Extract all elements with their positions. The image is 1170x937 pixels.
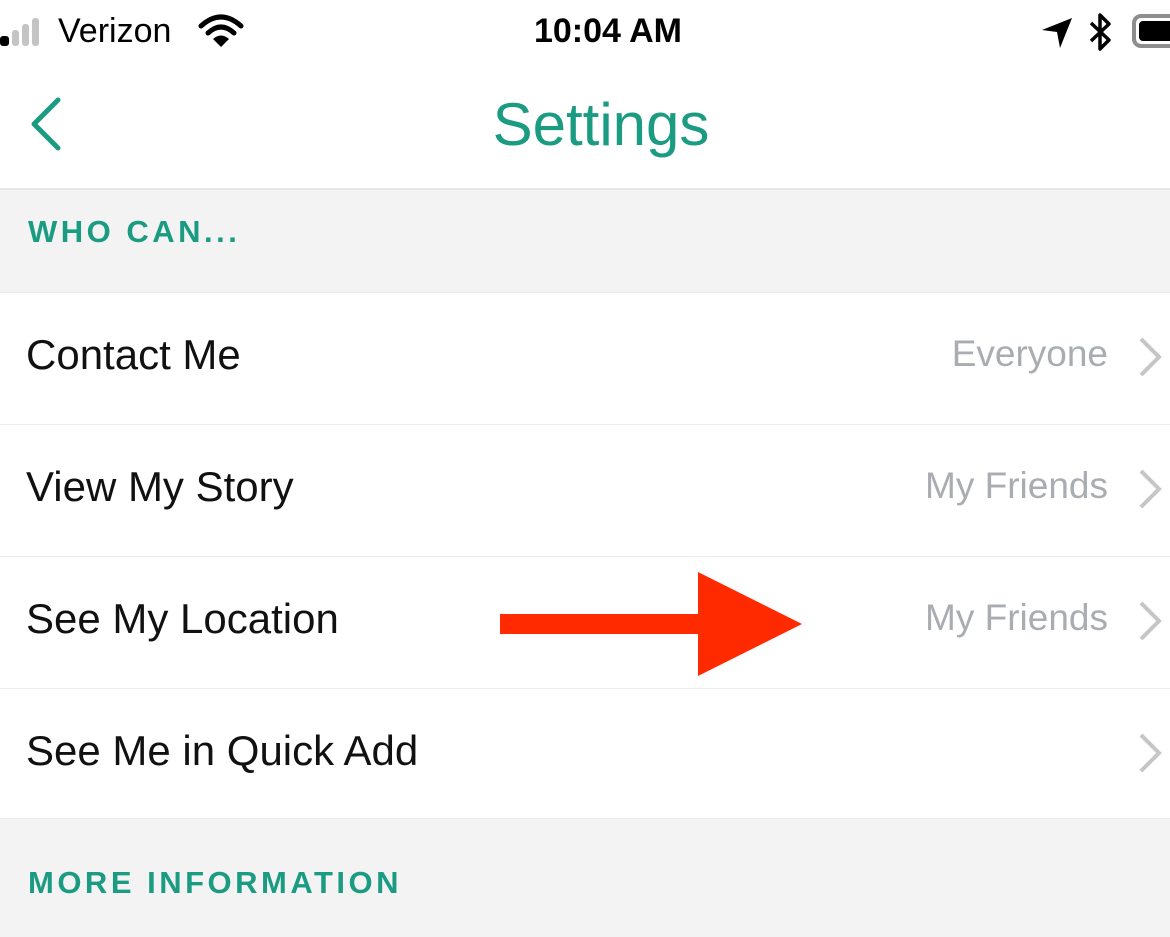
row-label: See Me in Quick Add — [26, 727, 419, 774]
chevron-right-icon — [1139, 337, 1162, 377]
row-value: Everyone — [951, 333, 1108, 374]
row-view-my-story[interactable]: View My Story My Friends — [0, 425, 1170, 557]
navigation-bar: Settings — [0, 66, 1170, 190]
row-value: My Friends — [925, 597, 1108, 638]
chevron-right-icon — [1139, 469, 1162, 509]
section-header-who-can: WHO CAN... — [0, 190, 1170, 293]
row-label: Contact Me — [26, 331, 241, 378]
row-label: See My Location — [26, 595, 339, 642]
section-header-label: MORE INFORMATION — [28, 865, 403, 900]
red-arrow-annotation — [500, 572, 802, 676]
row-label: View My Story — [26, 463, 294, 510]
page-title: Settings — [492, 91, 710, 158]
battery-icon — [1132, 14, 1170, 48]
status-bar: Verizon 10:04 AM — [0, 0, 1170, 66]
row-contact-me[interactable]: Contact Me Everyone — [0, 293, 1170, 425]
section-header-label: WHO CAN... — [28, 214, 241, 249]
location-arrow-icon — [1042, 18, 1072, 48]
chevron-right-icon — [1139, 733, 1162, 773]
bluetooth-icon — [1089, 13, 1111, 51]
section-header-more-information: MORE INFORMATION — [0, 818, 1170, 937]
chevron-right-icon — [1139, 601, 1162, 641]
status-time: 10:04 AM — [533, 12, 683, 50]
row-see-me-in-quick-add[interactable]: See Me in Quick Add — [0, 689, 1170, 820]
row-value: My Friends — [925, 465, 1108, 506]
